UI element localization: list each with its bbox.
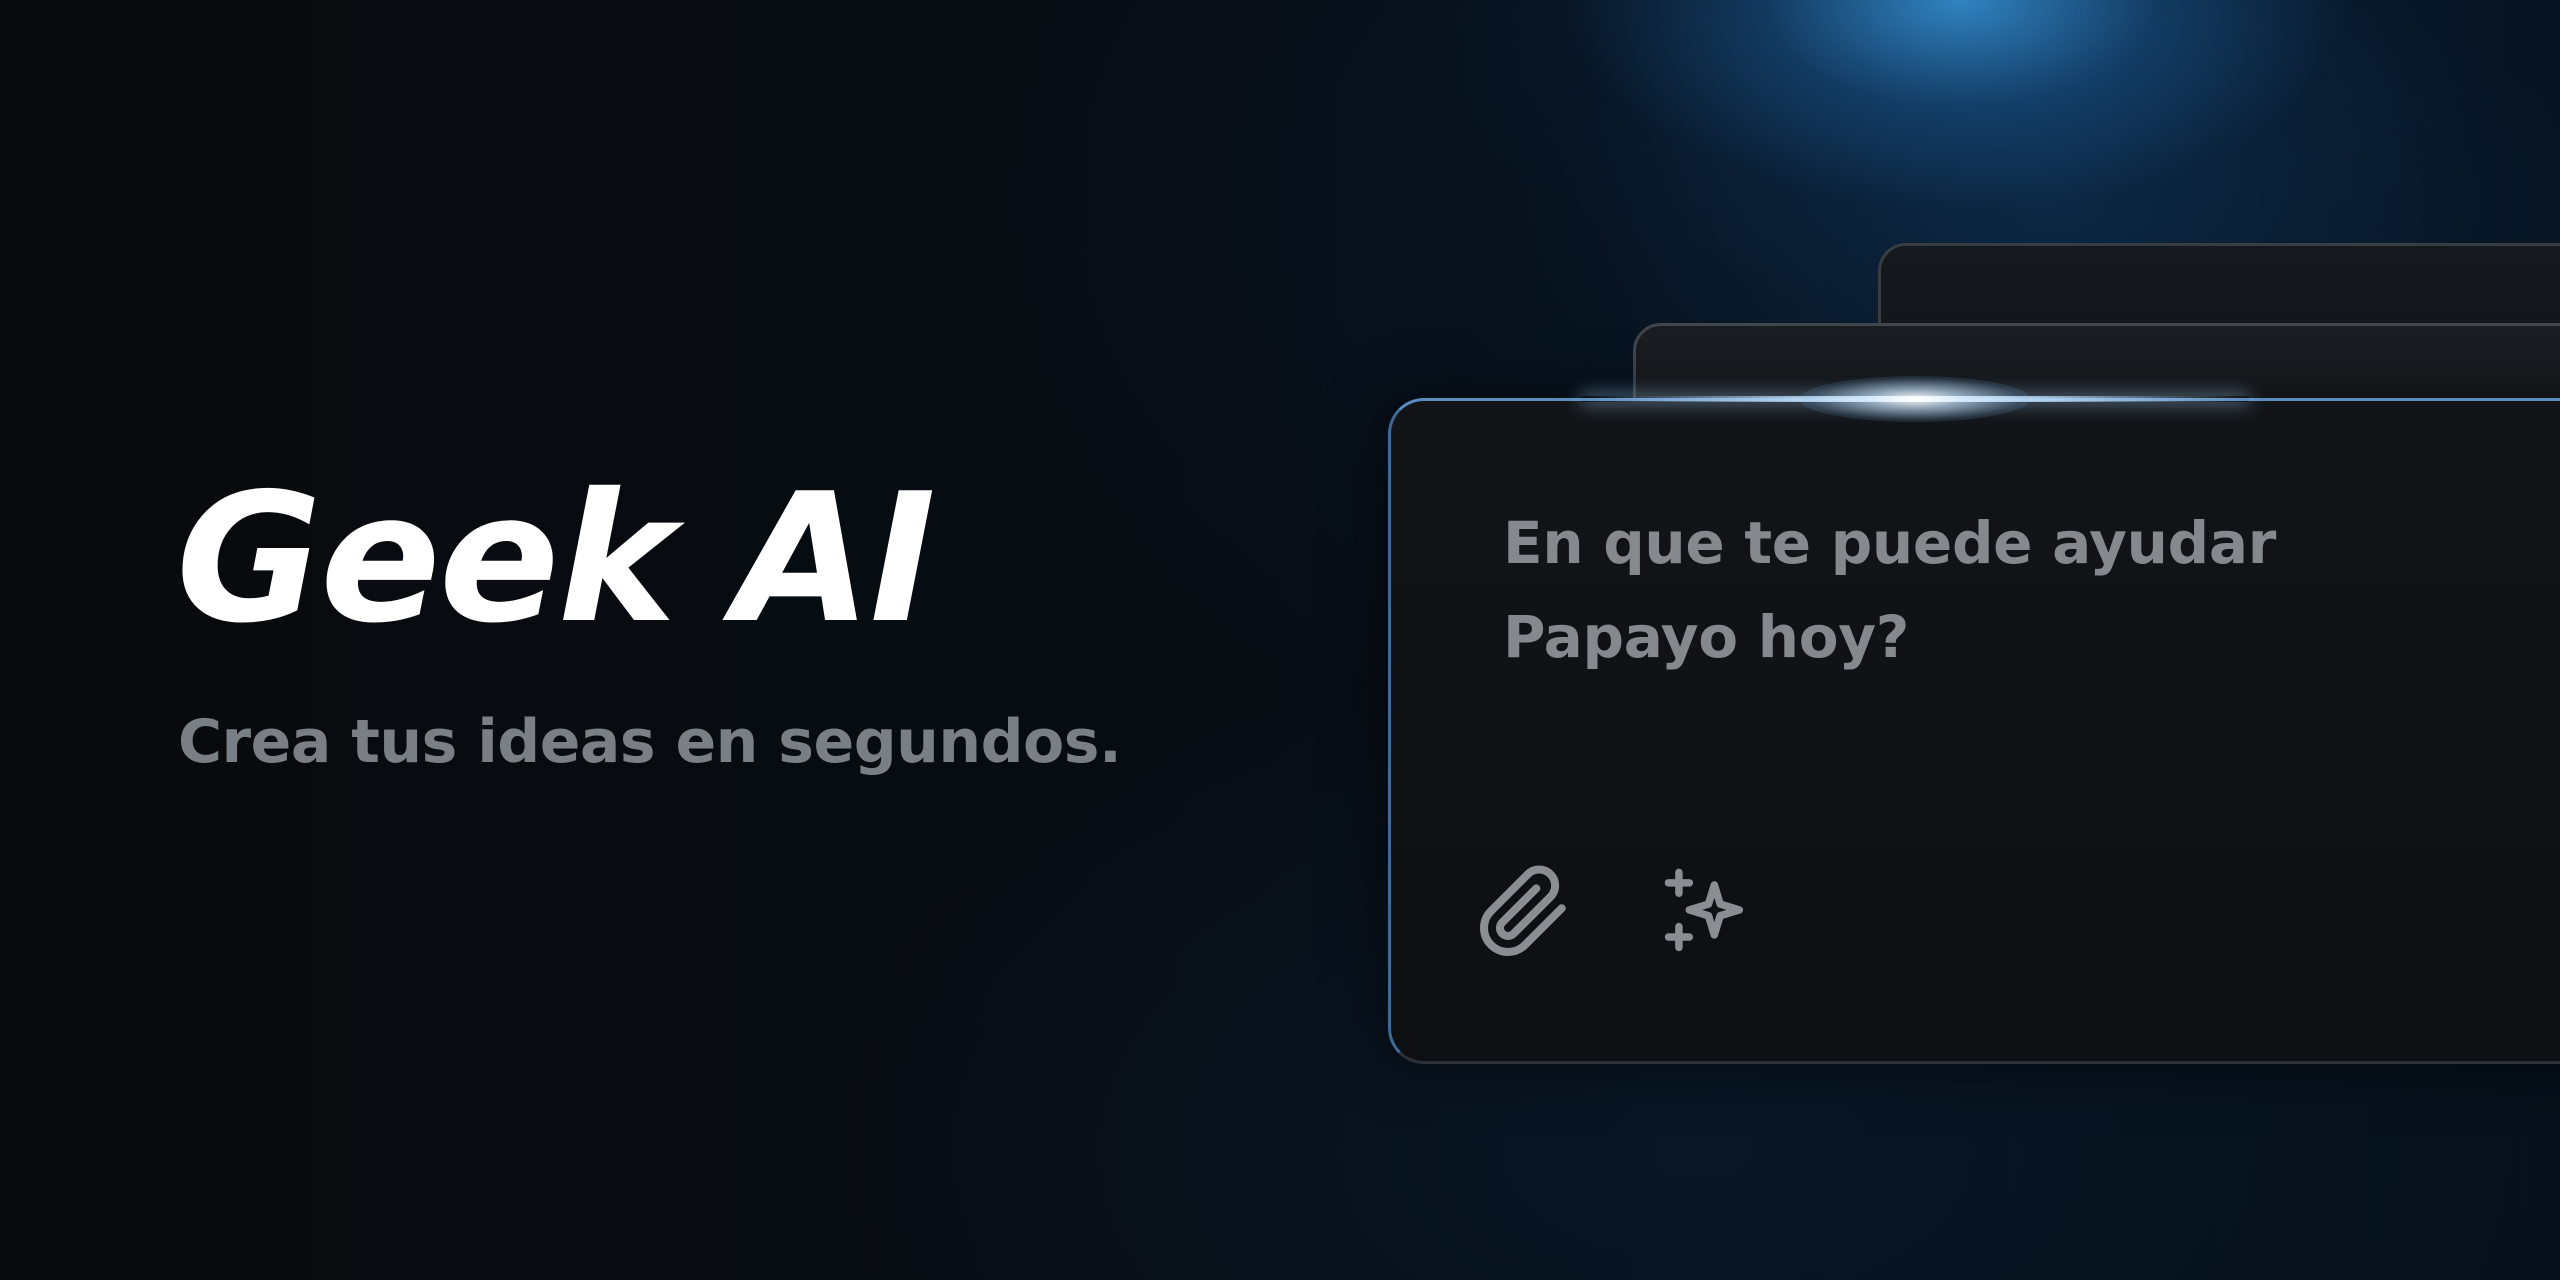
hero-title: Geek AI <box>176 455 936 662</box>
hero-subtitle: Crea tus ideas en segundos. <box>178 707 1122 777</box>
hero-canvas: Geek AI Crea tus ideas en segundos. En q… <box>0 0 2560 1280</box>
ai-sparkle-button[interactable] <box>1656 862 1756 962</box>
sparkles-icon <box>1664 868 1744 952</box>
prompt-line-1: En que te puede ayudar <box>1503 509 2277 577</box>
paperclip-icon <box>1480 865 1566 956</box>
card-glow-highlight <box>1800 376 2030 422</box>
chat-prompt-placeholder[interactable]: En que te puede ayudar Papayo hoy? <box>1503 496 2503 684</box>
prompt-line-2: Papayo hoy? <box>1503 603 1910 671</box>
attach-button[interactable] <box>1474 862 1574 962</box>
